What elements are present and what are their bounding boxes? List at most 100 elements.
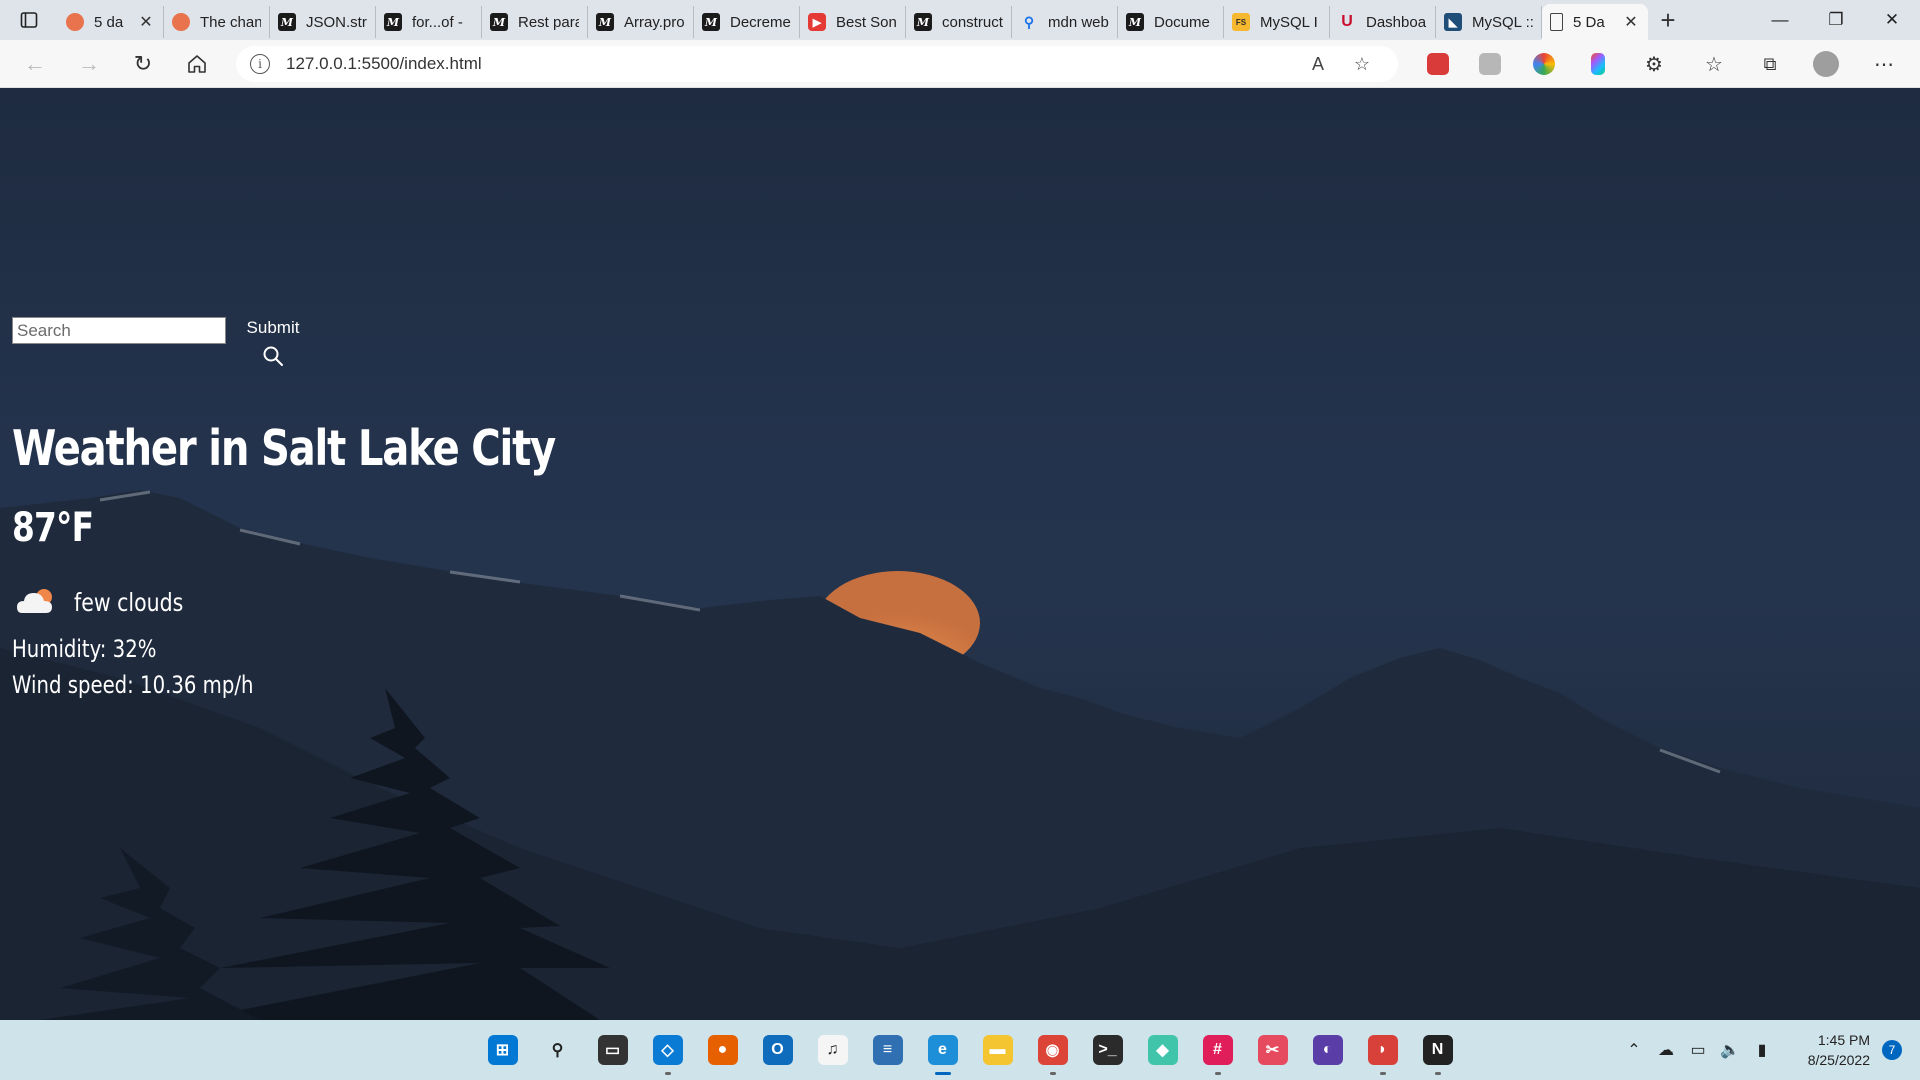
settings-menu-button[interactable]: ⋯ — [1864, 40, 1904, 88]
close-tab-icon[interactable]: ✕ — [1622, 12, 1640, 32]
snipping-tool-icon: ✂ — [1257, 1035, 1288, 1065]
few-clouds-icon — [17, 589, 52, 613]
tab-title: Best Son — [836, 13, 897, 31]
home-icon — [188, 54, 206, 73]
search-button-circle — [246, 338, 300, 374]
taskbar-tor-button[interactable]: ◐ — [1300, 1020, 1355, 1080]
new-tab-button[interactable]: + — [1648, 0, 1688, 40]
read-aloud-button[interactable]: A — [1296, 54, 1340, 75]
taskbar-notion-button[interactable]: N — [1410, 1020, 1465, 1080]
network-icon[interactable]: ▭ — [1682, 1040, 1714, 1060]
taskbar-slack-button[interactable]: # — [1190, 1020, 1245, 1080]
tab-actions-button[interactable] — [0, 0, 58, 40]
collections-button[interactable]: ⧉ — [1750, 40, 1790, 88]
tab-strip: 5 da ✕ The chan M JSON.stri Mfor...of - M Rest … — [0, 0, 1920, 40]
tab-actions-icon — [20, 12, 38, 28]
taskbar-snipping-tool-button[interactable]: ✂ — [1245, 1020, 1300, 1080]
taskbar-outlook-button[interactable]: O — [750, 1020, 805, 1080]
tab-7[interactable]: ▶ Best Son — [800, 6, 906, 38]
tab-12[interactable]: U Dashboa — [1330, 6, 1436, 38]
taskbar-apps: ⊞ ⚲ ▭ ◇ ● O ♫ ≡ e ▬ ◉ >_ ◆ # ✂ ◐ ◗ N — [475, 1020, 1465, 1080]
close-window-button[interactable]: ✕ — [1864, 0, 1920, 40]
taskbar-vscode-button[interactable]: ◇ — [640, 1020, 695, 1080]
forward-arrow-icon: → — [78, 50, 100, 76]
extensions-button[interactable]: ⚙ — [1634, 40, 1674, 88]
taskbar-chrome-button[interactable]: ◉ — [1025, 1020, 1080, 1080]
extension-button-4[interactable] — [1578, 40, 1618, 88]
search-input[interactable] — [12, 317, 226, 344]
extension-button-1[interactable] — [1418, 40, 1458, 88]
extension-button-2[interactable] — [1470, 40, 1510, 88]
weather-page: Submit Weather in Salt Lake City 87°F fe… — [0, 88, 1920, 1020]
orange-dot-icon — [66, 13, 84, 31]
youtube-icon: ▶ — [808, 13, 826, 31]
taskbar-task-view-button[interactable]: ▭ — [585, 1020, 640, 1080]
taskbar-itunes-button[interactable]: ♫ — [805, 1020, 860, 1080]
add-favorite-button[interactable]: ☆ — [1340, 54, 1384, 75]
tab-title: for...of - — [412, 13, 463, 31]
tab-3[interactable]: Mfor...of - — [376, 6, 482, 38]
tab-0[interactable]: 5 da ✕ — [58, 6, 164, 38]
refresh-button[interactable]: ↻ — [116, 40, 170, 88]
tab-10[interactable]: M Docume — [1118, 6, 1224, 38]
tab-2[interactable]: M JSON.stri — [270, 6, 376, 38]
taskbar-file-explorer-button[interactable]: ▬ — [970, 1020, 1025, 1080]
taskbar-gitkraken-button[interactable]: ◆ — [1135, 1020, 1190, 1080]
mdn-icon: M — [914, 13, 932, 31]
taskbar-edge-button[interactable]: e — [915, 1020, 970, 1080]
site-info-icon[interactable]: i — [250, 54, 270, 74]
favorites-button[interactable]: ☆ — [1694, 40, 1734, 88]
tab-11[interactable]: FS MySQL I — [1224, 6, 1330, 38]
chrome-icon: ◉ — [1037, 1035, 1068, 1065]
tab-1[interactable]: The chan — [164, 6, 270, 38]
running-indicator — [664, 1072, 671, 1075]
tab-6[interactable]: M Decreme — [694, 6, 800, 38]
orange-dot-icon — [172, 13, 190, 31]
university-icon: U — [1341, 13, 1353, 30]
tab-9[interactable]: ⚲ mdn web — [1012, 6, 1118, 38]
humidity: Humidity: 32% — [12, 635, 157, 663]
outlook-icon: O — [762, 1035, 793, 1065]
task-view-icon: ▭ — [597, 1035, 628, 1065]
restore-button[interactable]: ❐ — [1808, 0, 1864, 40]
search-icon: ⚲ — [551, 1042, 564, 1059]
favorites-icon: ☆ — [1705, 53, 1723, 76]
taskbar-terminal-button[interactable]: >_ — [1080, 1020, 1135, 1080]
taskbar-notepad-button[interactable]: ≡ — [860, 1020, 915, 1080]
tab-8[interactable]: Mconstruct — [906, 6, 1012, 38]
search-icon — [263, 346, 283, 366]
vscode-icon: ◇ — [652, 1035, 683, 1065]
firefox-icon: ● — [707, 1035, 738, 1065]
volume-icon[interactable]: 🔈 — [1714, 1040, 1746, 1060]
generic-extension-icon — [1479, 53, 1501, 75]
battery-icon[interactable]: ▮ — [1746, 1040, 1778, 1060]
itunes-icon: ♫ — [817, 1035, 848, 1065]
tab-14[interactable]: 5 Da ✕ — [1542, 4, 1648, 40]
address-bar[interactable]: i 127.0.0.1:5500/index.html A ☆ — [236, 46, 1398, 82]
minimize-button[interactable]: — — [1752, 0, 1808, 40]
home-button[interactable] — [170, 40, 224, 88]
onedrive-icon[interactable]: ☁ — [1650, 1040, 1682, 1060]
taskbar-start-button[interactable]: ⊞ — [475, 1020, 530, 1080]
close-tab-icon[interactable]: ✕ — [137, 12, 155, 32]
extension-button-3[interactable] — [1524, 40, 1564, 88]
back-button[interactable]: ← — [8, 40, 62, 88]
clock[interactable]: 1:45 PM 8/25/2022 — [1778, 1030, 1870, 1070]
tab-title: construct — [942, 13, 1003, 31]
notification-badge[interactable]: 7 — [1882, 1040, 1902, 1060]
forward-button[interactable]: → — [62, 40, 116, 88]
document-icon — [1550, 13, 1563, 31]
clock-date: 8/25/2022 — [1807, 1052, 1870, 1068]
submit-label: Submit — [246, 318, 300, 337]
taskbar-search-button[interactable]: ⚲ — [530, 1020, 585, 1080]
tab-4[interactable]: M Rest para — [482, 6, 588, 38]
submit-button[interactable]: Submit — [246, 318, 300, 374]
address-url[interactable]: 127.0.0.1:5500/index.html — [286, 54, 1296, 74]
taskbar-mysql-workbench-button[interactable]: ◗ — [1355, 1020, 1410, 1080]
tab-13[interactable]: ◣ MySQL :: — [1436, 6, 1542, 38]
profile-button[interactable] — [1806, 40, 1846, 88]
mdn-icon: M — [278, 13, 296, 31]
show-hidden-icons-button[interactable]: ⌃ — [1618, 1040, 1650, 1060]
taskbar-firefox-button[interactable]: ● — [695, 1020, 750, 1080]
tab-5[interactable]: M Array.pro — [588, 6, 694, 38]
